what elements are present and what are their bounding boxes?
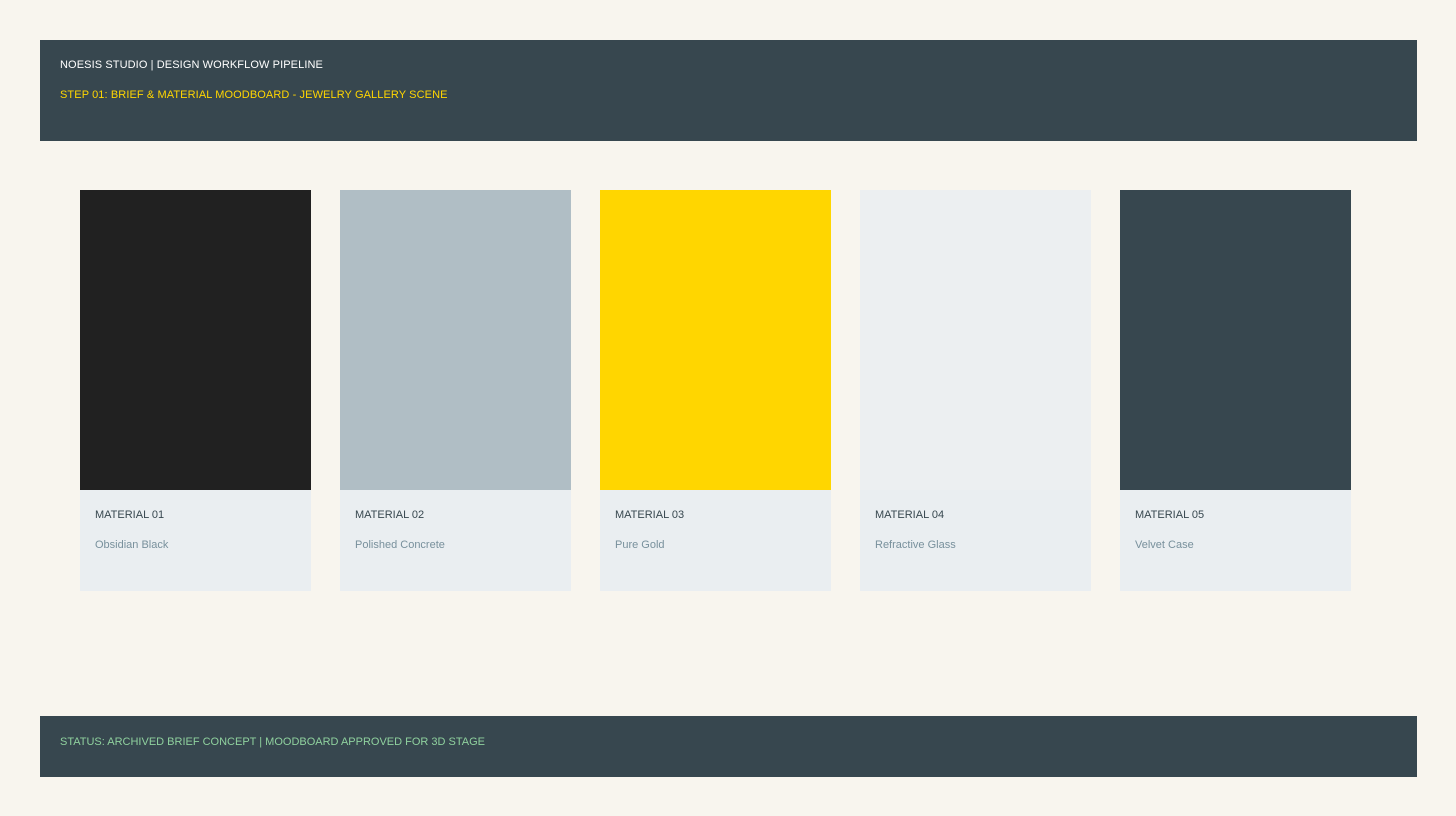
material-name-4: Refractive Glass bbox=[875, 539, 956, 551]
material-label-2: MATERIAL 02 bbox=[355, 509, 425, 521]
step-title: STEP 01: BRIEF & MATERIAL MOODBOARD - JE… bbox=[60, 89, 448, 101]
studio-title: NOESIS STUDIO | DESIGN WORKFLOW PIPELINE bbox=[60, 59, 323, 71]
material-swatch-5 bbox=[1120, 190, 1351, 490]
material-label-3: MATERIAL 03 bbox=[615, 509, 685, 521]
material-label-4: MATERIAL 04 bbox=[875, 509, 945, 521]
footer-bar: STATUS: ARCHIVED BRIEF CONCEPT | MOODBOA… bbox=[40, 716, 1417, 777]
material-card-4: MATERIAL 04 Refractive Glass bbox=[860, 190, 1091, 591]
material-name-5: Velvet Case bbox=[1135, 539, 1194, 551]
material-card-2: MATERIAL 02 Polished Concrete bbox=[340, 190, 571, 591]
material-swatch-4 bbox=[860, 190, 1091, 490]
material-name-3: Pure Gold bbox=[615, 539, 665, 551]
material-name-1: Obsidian Black bbox=[95, 539, 169, 551]
material-label-1: MATERIAL 01 bbox=[95, 509, 165, 521]
material-name-2: Polished Concrete bbox=[355, 539, 445, 551]
material-label-5: MATERIAL 05 bbox=[1135, 509, 1205, 521]
material-card-5: MATERIAL 05 Velvet Case bbox=[1120, 190, 1351, 591]
material-swatch-2 bbox=[340, 190, 571, 490]
header-bar: NOESIS STUDIO | DESIGN WORKFLOW PIPELINE… bbox=[40, 40, 1417, 141]
material-swatch-3 bbox=[600, 190, 831, 490]
material-card-1: MATERIAL 01 Obsidian Black bbox=[80, 190, 311, 591]
status-text: STATUS: ARCHIVED BRIEF CONCEPT | MOODBOA… bbox=[60, 736, 485, 748]
material-swatch-1 bbox=[80, 190, 311, 490]
material-card-3: MATERIAL 03 Pure Gold bbox=[600, 190, 831, 591]
